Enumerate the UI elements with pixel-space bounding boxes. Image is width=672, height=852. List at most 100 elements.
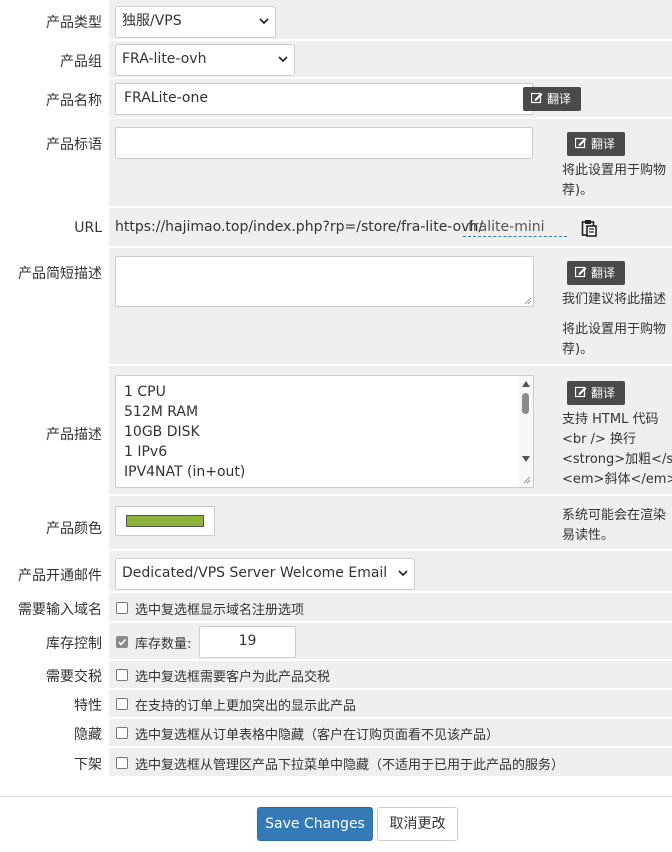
short-description-label: 产品简短描述 — [0, 248, 109, 364]
row-description: 产品描述 1 CPU 512M RAM 10GB DISK 1 IPv6 IPV… — [0, 366, 672, 496]
cancel-changes-button[interactable]: 取消更改 — [377, 807, 458, 841]
url-base-text: https://hajimao.top/index.php?rp=/store/… — [115, 219, 484, 235]
product-group-select[interactable]: FRA-lite-ovh — [115, 44, 295, 76]
hidden-text: 选中复选框从订单表格中隐藏（客户在订购页面看不见该产品） — [135, 728, 500, 743]
require-domain-label: 需要输入域名 — [0, 593, 109, 621]
welcome-email-field: Dedicated/VPS Server Welcome Email — [109, 551, 672, 591]
stock-control-field: 库存数量: 19 — [109, 623, 672, 659]
short-description-textarea[interactable] — [115, 256, 534, 307]
row-product-tagline: 产品标语 翻译 将此设置用于购物 荐)。 — [0, 119, 672, 208]
product-group-field: FRA-lite-ovh — [109, 41, 672, 77]
retired-label: 下架 — [0, 748, 109, 776]
require-tax-text: 选中复选框需要客户为此产品交税 — [135, 670, 331, 685]
translate-button[interactable]: 翻译 — [567, 261, 625, 285]
require-tax-label: 需要交税 — [0, 661, 109, 688]
url-label: URL — [0, 208, 109, 246]
product-name-input[interactable]: FRALite-one — [115, 83, 533, 115]
featured-text: 在支持的订单上更加突出的显示此产品 — [135, 699, 357, 714]
save-changes-button[interactable]: Save Changes — [257, 807, 373, 841]
hidden-field: 选中复选框从订单表格中隐藏（客户在订购页面看不见该产品） — [109, 719, 672, 746]
color-swatch — [126, 515, 204, 527]
color-picker-button[interactable] — [115, 506, 215, 536]
translate-label: 翻译 — [591, 266, 616, 280]
description-textarea[interactable]: 1 CPU 512M RAM 10GB DISK 1 IPv6 IPV4NAT … — [115, 375, 534, 488]
description-content: 1 CPU 512M RAM 10GB DISK 1 IPv6 IPV4NAT … — [124, 384, 246, 480]
require-domain-text: 选中复选框显示域名注册选项 — [135, 603, 305, 618]
url-field: https://hajimao.top/index.php?rp=/store/… — [109, 208, 672, 246]
edit-icon — [531, 92, 543, 104]
translate-label: 翻译 — [547, 92, 572, 106]
row-hidden: 隐藏 选中复选框从订单表格中隐藏（客户在订购页面看不见该产品） — [0, 719, 672, 748]
resize-handle-icon[interactable] — [523, 476, 531, 484]
welcome-email-label: 产品开通邮件 — [0, 551, 109, 591]
stock-quantity-label: 库存数量: — [135, 637, 192, 652]
stock-control-label: 库存控制 — [0, 623, 109, 659]
row-product-name: 产品名称 FRALite-one 翻译 — [0, 79, 672, 119]
featured-field: 在支持的订单上更加突出的显示此产品 — [109, 690, 672, 717]
form-footer-divider — [0, 796, 672, 797]
row-welcome-email: 产品开通邮件 Dedicated/VPS Server Welcome Emai… — [0, 551, 672, 593]
product-type-field: 独服/VPS — [109, 0, 672, 39]
edit-icon — [575, 266, 587, 278]
product-tagline-label: 产品标语 — [0, 119, 109, 206]
featured-checkbox[interactable] — [116, 698, 128, 710]
translate-button[interactable]: 翻译 — [567, 381, 625, 405]
translate-button[interactable]: 翻译 — [523, 87, 581, 111]
translate-button[interactable]: 翻译 — [567, 132, 625, 156]
product-name-label: 产品名称 — [0, 79, 109, 117]
clipboard-icon[interactable] — [581, 219, 597, 237]
require-domain-checkbox[interactable] — [116, 602, 128, 614]
chevron-down-icon — [398, 570, 408, 577]
row-stock-control: 库存控制 库存数量: 19 — [0, 623, 672, 661]
require-domain-field: 选中复选框显示域名注册选项 — [109, 593, 672, 621]
product-group-value: FRA-lite-ovh — [122, 51, 207, 67]
url-slug-editable[interactable]: fralite-mini — [463, 219, 567, 237]
product-name-field: FRALite-one 翻译 — [109, 79, 672, 117]
product-type-value: 独服/VPS — [122, 13, 182, 29]
require-tax-field: 选中复选框需要客户为此产品交税 — [109, 661, 672, 688]
edit-icon — [575, 137, 587, 149]
tagline-help-text: 将此设置用于购物 荐)。 — [562, 163, 667, 198]
product-color-label: 产品颜色 — [0, 496, 109, 549]
retired-field: 选中复选框从管理区产品下拉菜单中隐藏（不适用于已用于此产品的服务） — [109, 748, 672, 776]
stock-quantity-input[interactable]: 19 — [199, 626, 296, 658]
featured-label: 特性 — [0, 690, 109, 717]
row-featured: 特性 在支持的订单上更加突出的显示此产品 — [0, 690, 672, 719]
hidden-checkbox[interactable] — [116, 727, 128, 739]
chevron-down-icon — [278, 56, 288, 63]
edit-icon — [575, 386, 587, 398]
row-require-domain: 需要输入域名 选中复选框显示域名注册选项 — [0, 593, 672, 623]
require-tax-checkbox[interactable] — [116, 669, 128, 681]
description-scrollbar[interactable] — [519, 376, 533, 487]
check-icon — [118, 638, 127, 646]
product-name-value: FRALite-one — [124, 90, 208, 106]
scroll-up-icon[interactable] — [522, 381, 530, 387]
row-retired: 下架 选中复选框从管理区产品下拉菜单中隐藏（不适用于已用于此产品的服务） — [0, 748, 672, 778]
translate-label: 翻译 — [591, 137, 616, 151]
row-require-tax: 需要交税 选中复选框需要客户为此产品交税 — [0, 661, 672, 690]
color-help-text: 系统可能会在渲染 易读性。 — [562, 508, 667, 543]
product-group-label: 产品组 — [0, 41, 109, 77]
chevron-down-icon — [259, 18, 269, 25]
description-help-text: 支持 HTML 代码 <br /> 换行 <strong>加粗</st <em>… — [562, 412, 672, 487]
product-type-select[interactable]: 独服/VPS — [115, 6, 276, 38]
retired-checkbox[interactable] — [116, 757, 128, 769]
row-product-type: 产品类型 独服/VPS — [0, 0, 672, 41]
welcome-email-value: Dedicated/VPS Server Welcome Email — [122, 565, 388, 581]
product-type-label: 产品类型 — [0, 0, 109, 39]
short-description-help-text: 我们建议将此描述 将此设置用于购物 荐)。 — [562, 292, 667, 357]
retired-text: 选中复选框从管理区产品下拉菜单中隐藏（不适用于已用于此产品的服务） — [135, 758, 565, 773]
product-tagline-input[interactable] — [115, 127, 533, 159]
welcome-email-select[interactable]: Dedicated/VPS Server Welcome Email — [115, 558, 415, 590]
translate-label: 翻译 — [591, 386, 616, 400]
scrollbar-thumb[interactable] — [522, 393, 529, 414]
stock-control-checkbox[interactable] — [116, 636, 128, 648]
scroll-down-icon[interactable] — [522, 456, 530, 462]
hidden-label: 隐藏 — [0, 719, 109, 746]
resize-handle-icon[interactable] — [524, 297, 532, 305]
description-label: 产品描述 — [0, 366, 109, 494]
row-url: URL https://hajimao.top/index.php?rp=/st… — [0, 208, 672, 248]
row-short-description: 产品简短描述 翻译 我们建议将此描述 将此设置用于购物 荐)。 — [0, 248, 672, 366]
row-product-group: 产品组 FRA-lite-ovh — [0, 41, 672, 79]
row-product-color: 产品颜色 系统可能会在渲染 易读性。 — [0, 496, 672, 551]
